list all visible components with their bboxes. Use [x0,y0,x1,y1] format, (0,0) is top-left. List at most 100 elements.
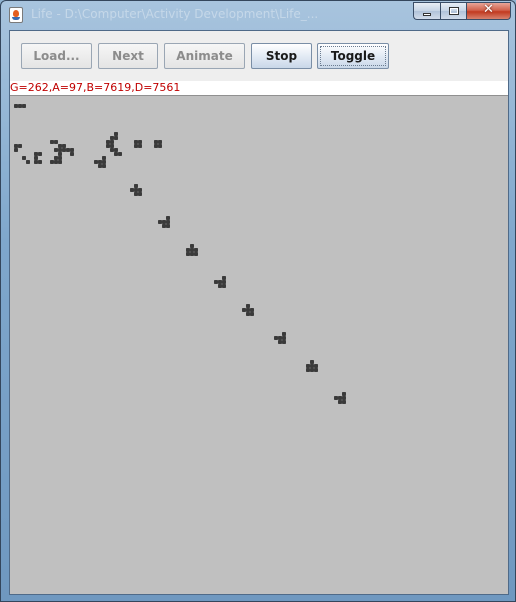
live-cell [214,280,218,284]
live-cell [194,248,198,252]
live-cell [134,184,138,188]
live-cell [218,284,222,288]
java-app-icon[interactable] [9,7,23,23]
live-cell [190,248,194,252]
close-icon: ✕ [483,2,494,17]
app-window: Life - D:\Computer\Activity Development\… [0,0,516,602]
live-cell [246,312,250,316]
live-cell [278,340,282,344]
live-cell [162,224,166,228]
generation-status: G=262,A=97,B=7619,D=7561 [10,81,508,95]
live-cell [14,144,18,148]
live-cell [58,156,62,160]
live-cell [162,220,166,224]
live-cell [54,160,58,164]
live-cell [94,160,98,164]
live-cell [134,144,138,148]
live-cell [110,136,114,140]
live-cell [110,148,114,152]
live-cell [222,280,226,284]
live-cell [134,140,138,144]
live-cell [342,392,346,396]
live-cell [18,144,22,148]
live-cell [58,152,62,156]
live-cell [22,104,26,108]
live-cell [98,160,102,164]
live-cell [138,144,142,148]
toggle-button[interactable]: Toggle [317,43,389,69]
client-area: Load... Next Animate Stop Toggle G=262,A… [9,30,509,595]
live-cell [118,152,122,156]
minimize-icon [423,13,431,16]
live-cell [334,396,338,400]
life-grid[interactable] [10,96,508,594]
live-cell [34,160,38,164]
live-cell [250,308,254,312]
live-cell [54,140,58,144]
live-cell [218,280,222,284]
live-cell [50,160,54,164]
maximize-icon [449,7,459,15]
live-cell [306,364,310,368]
live-cell [158,140,162,144]
live-cell [190,252,194,256]
live-cell [282,336,286,340]
live-cell [134,188,138,192]
maximize-button[interactable] [440,2,466,20]
live-cell [22,156,26,160]
live-cell [54,148,58,152]
close-button[interactable]: ✕ [466,2,511,20]
live-cell [222,284,226,288]
title-bar[interactable]: Life - D:\Computer\Activity Development\… [1,1,516,29]
load-button[interactable]: Load... [21,43,92,69]
live-cell [14,148,18,152]
life-board[interactable] [10,95,508,594]
live-cell [222,276,226,280]
live-cell [306,368,310,372]
live-cell [282,332,286,336]
animate-button[interactable]: Animate [164,43,245,69]
live-cell [342,400,346,404]
minimize-button[interactable] [413,2,440,20]
live-cell [158,144,162,148]
live-cell [138,188,142,192]
live-cell [34,152,38,156]
live-cell [278,336,282,340]
live-cell [18,104,22,108]
live-cell [110,140,114,144]
live-cell [102,156,106,160]
live-cell [310,368,314,372]
live-cell [106,144,110,148]
live-cell [310,364,314,368]
live-cell [114,136,118,140]
live-cell [26,160,30,164]
next-button[interactable]: Next [98,43,158,69]
live-cell [338,396,342,400]
live-cell [338,400,342,404]
live-cell [38,160,42,164]
live-cell [114,132,118,136]
live-cell [250,312,254,316]
live-cell [130,188,134,192]
live-cell [58,144,62,148]
live-cell [314,364,318,368]
live-cell [58,148,62,152]
live-cell [102,160,106,164]
toolbar: Load... Next Animate Stop Toggle [10,31,508,81]
live-cell [58,160,62,164]
live-cell [246,308,250,312]
live-cell [166,224,170,228]
live-cell [342,396,346,400]
live-cell [70,148,74,152]
live-cell [310,360,314,364]
live-cell [62,144,66,148]
live-cell [54,156,58,160]
live-cell [158,220,162,224]
live-cell [138,192,142,196]
live-cell [190,244,194,248]
live-cell [70,152,74,156]
stop-button[interactable]: Stop [251,43,312,69]
live-cell [134,192,138,196]
live-cell [110,144,114,148]
live-cell [274,336,278,340]
